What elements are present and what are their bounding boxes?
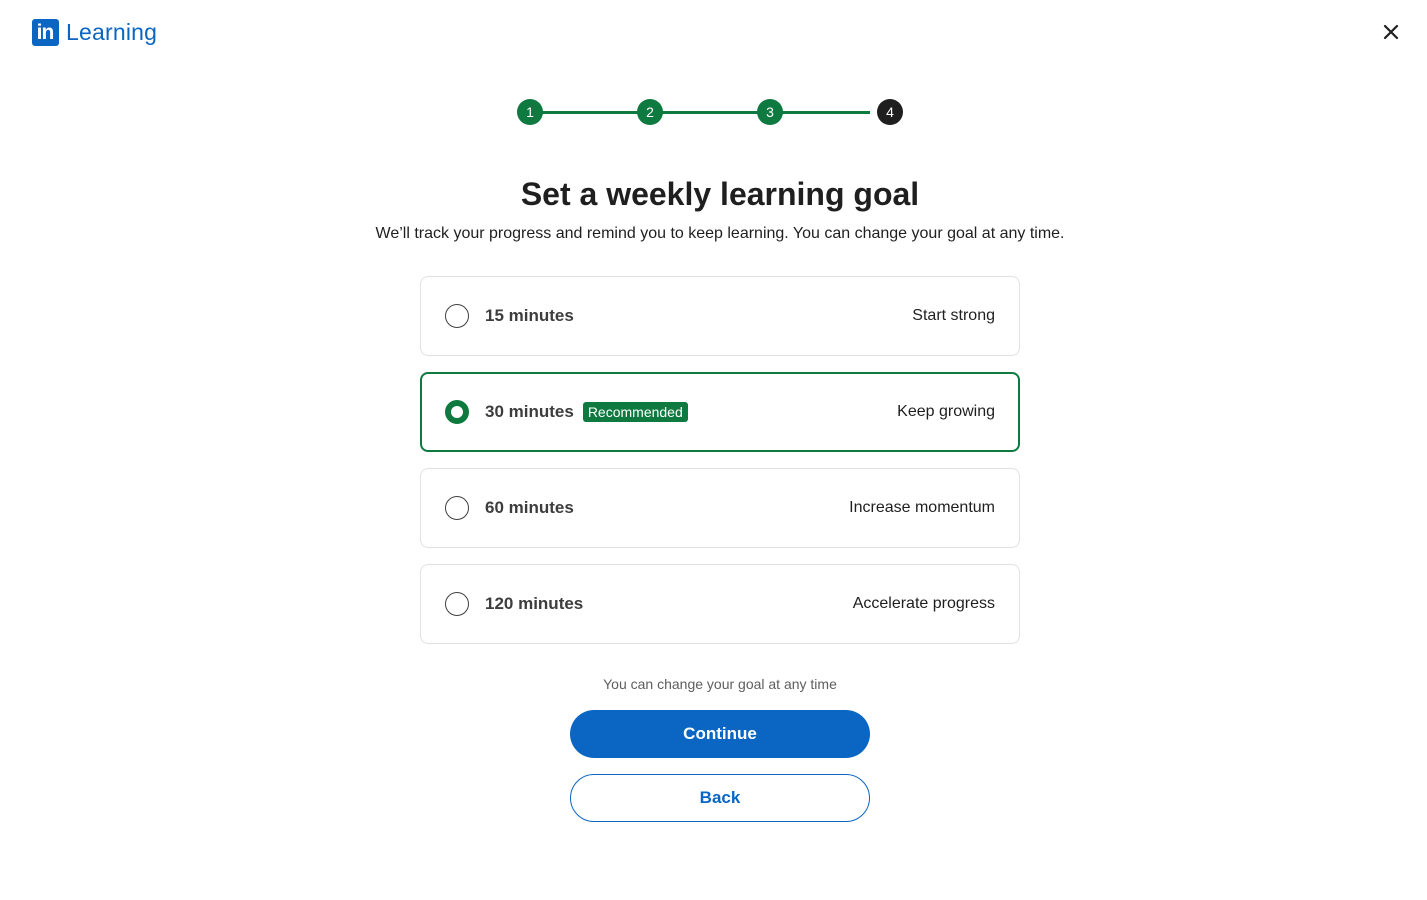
linkedin-learning-logo[interactable]: in Learning (32, 18, 157, 46)
goal-options-group: 15 minutes Start strong 30 minutes Recom… (420, 276, 1020, 660)
radio-button-selected[interactable] (445, 400, 469, 424)
step-connector (530, 111, 650, 114)
continue-button[interactable]: Continue (570, 710, 870, 758)
step-connector (650, 111, 770, 114)
radio-button-unselected[interactable] (445, 592, 469, 616)
progress-stepper: 1 2 3 4 (517, 99, 903, 125)
goal-option-120-minutes[interactable]: 120 minutes Accelerate progress (420, 564, 1020, 644)
page-subtitle: We’ll track your progress and remind you… (375, 225, 1065, 242)
option-label: 30 minutes (485, 402, 574, 421)
logo-text: Learning (66, 18, 158, 45)
radio-button-unselected[interactable] (445, 496, 469, 520)
close-icon (1383, 24, 1399, 40)
back-button[interactable]: Back (570, 774, 870, 822)
option-description: Start strong (912, 307, 995, 324)
linkedin-in-logo-icon: in (32, 18, 59, 46)
recommended-badge: Recommended (582, 402, 688, 422)
step-2: 2 (637, 99, 663, 125)
option-label: 15 minutes (485, 306, 574, 325)
option-description: Increase momentum (849, 499, 995, 516)
option-label: 120 minutes (485, 594, 584, 613)
change-goal-note: You can change your goal at any time (603, 676, 837, 692)
step-4-current: 4 (877, 99, 903, 125)
goal-option-60-minutes[interactable]: 60 minutes Increase momentum (420, 468, 1020, 548)
step-3: 3 (757, 99, 783, 125)
close-button[interactable] (1379, 20, 1403, 44)
option-description: Accelerate progress (852, 595, 995, 612)
step-1: 1 (517, 99, 543, 125)
goal-option-30-minutes[interactable]: 30 minutes Recommended Keep growing (420, 372, 1020, 452)
option-label: 60 minutes (485, 498, 574, 517)
goal-option-15-minutes[interactable]: 15 minutes Start strong (420, 276, 1020, 356)
radio-button-unselected[interactable] (445, 304, 469, 328)
option-description: Keep growing (897, 403, 995, 420)
step-connector (770, 111, 870, 114)
page-title: Set a weekly learning goal (520, 176, 920, 212)
